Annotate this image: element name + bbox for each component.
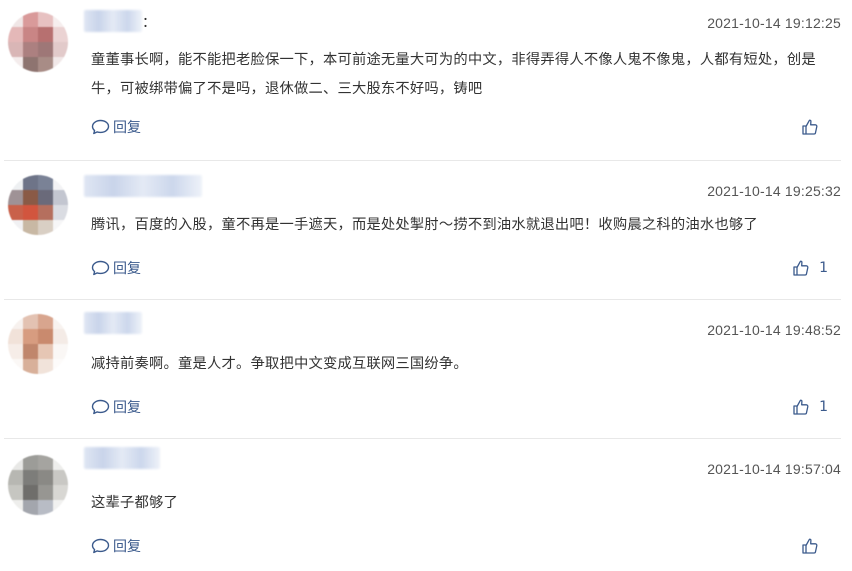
comment-timestamp: 2021-10-14 19:25:32 xyxy=(707,183,841,199)
like-count: 1 xyxy=(819,399,828,415)
comment-text: 腾讯，百度的入股，童不再是一手遮天，而是处处掣肘～捞不到油水就退出吧！收购晨之科… xyxy=(91,217,758,233)
reply-button[interactable]: 回复 xyxy=(91,536,141,556)
thumbs-up-icon xyxy=(793,260,809,276)
divider xyxy=(4,299,841,300)
username-blurred[interactable] xyxy=(84,312,142,334)
reply-button[interactable]: 回复 xyxy=(91,258,141,278)
like-button[interactable] xyxy=(801,117,828,137)
username-blurred[interactable] xyxy=(84,10,142,32)
reply-button[interactable]: 回复 xyxy=(91,117,141,137)
like-button[interactable]: 1 xyxy=(792,258,828,278)
comment-timestamp: 2021-10-14 19:48:52 xyxy=(707,322,841,338)
comment-timestamp: 2021-10-14 19:12:25 xyxy=(707,15,841,31)
thumbs-up-icon xyxy=(802,538,818,554)
reply-label: 回复 xyxy=(113,120,141,136)
username-blurred[interactable] xyxy=(84,447,160,469)
speech-bubble-icon xyxy=(91,260,110,276)
comment-text: 这辈子都够了 xyxy=(91,495,178,511)
comment-list: ： 2021-10-14 19:12:25 童董事长啊，能不能把老脸保一下，本可… xyxy=(0,0,852,571)
comment-text: 减持前奏啊。童是人才。争取把中文变成互联网三国纷争。 xyxy=(91,356,468,372)
username-blurred[interactable] xyxy=(84,175,202,197)
like-button[interactable]: 1 xyxy=(792,397,828,417)
reply-label: 回复 xyxy=(113,400,141,416)
thumbs-up-icon xyxy=(802,119,818,135)
speech-bubble-icon xyxy=(91,119,110,135)
comment-timestamp: 2021-10-14 19:57:04 xyxy=(707,461,841,477)
username-suffix: ： xyxy=(142,15,156,31)
like-button[interactable] xyxy=(801,536,828,556)
avatar[interactable] xyxy=(8,314,68,374)
avatar[interactable] xyxy=(8,455,68,515)
thumbs-up-icon xyxy=(793,399,809,415)
divider xyxy=(4,438,841,439)
reply-button[interactable]: 回复 xyxy=(91,397,141,417)
comment-text: 童董事长啊，能不能把老脸保一下，本可前途无量大可为的中文，非得弄得人不像人鬼不像… xyxy=(91,52,816,97)
avatar[interactable] xyxy=(8,12,68,72)
speech-bubble-icon xyxy=(91,538,110,554)
reply-label: 回复 xyxy=(113,539,141,555)
like-count: 1 xyxy=(819,260,828,276)
reply-label: 回复 xyxy=(113,261,141,277)
divider xyxy=(4,160,841,161)
speech-bubble-icon xyxy=(91,399,110,415)
avatar[interactable] xyxy=(8,175,68,235)
